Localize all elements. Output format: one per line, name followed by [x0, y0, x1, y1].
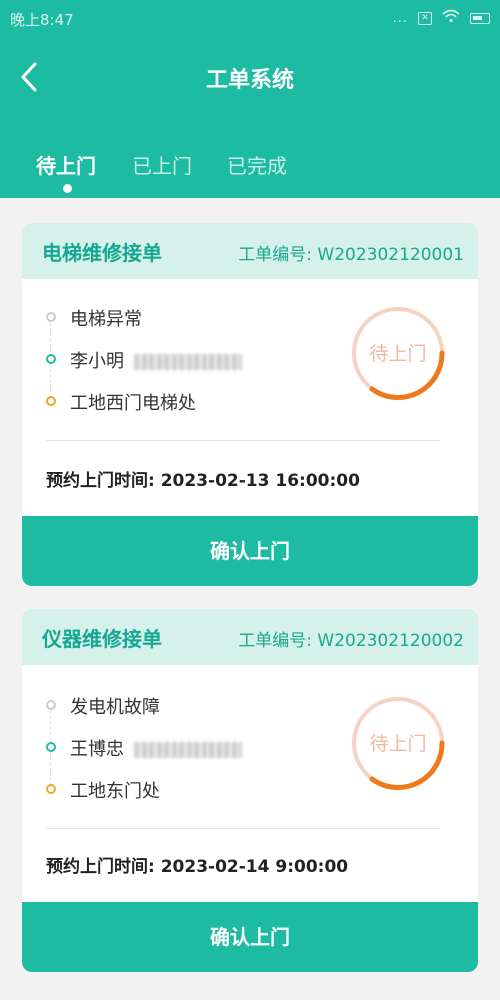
status-stamp: 待上门 — [350, 695, 446, 791]
status-bar: 晚上8:47 ... ✕ — [0, 0, 500, 36]
wifi-icon — [442, 9, 460, 27]
confirm-visit-button[interactable]: 确认上门 — [22, 902, 478, 972]
tab-visited[interactable]: 已上门 — [132, 150, 192, 179]
tab-pending[interactable]: 待上门 — [36, 150, 96, 179]
contact-text: 王博忠 — [70, 735, 242, 761]
sim-x-icon: ✕ — [418, 11, 432, 25]
contact-name: 李小明 — [70, 351, 124, 372]
order-card-header: 仪器维修接单 工单编号: W202302120002 — [22, 609, 478, 665]
status-icons: ... ✕ — [393, 9, 490, 27]
tab-completed[interactable]: 已完成 — [227, 150, 287, 179]
order-type: 仪器维修接单 — [42, 627, 162, 651]
order-type: 电梯维修接单 — [42, 241, 162, 265]
contact-name: 王博忠 — [70, 739, 124, 760]
contact-phone-blurred — [134, 354, 242, 370]
header: 晚上8:47 ... ✕ 工单系统 待上门 已上门 已完成 — [0, 0, 500, 198]
status-stamp-text: 待上门 — [369, 733, 427, 755]
contact-bullet — [46, 354, 56, 364]
issue-bullet — [46, 312, 56, 322]
appointment-time: 预约上门时间: 2023-02-13 16:00:00 — [46, 471, 360, 491]
issue-bullet — [46, 700, 56, 710]
order-number: 工单编号: W202302120001 — [238, 245, 464, 265]
page-title: 工单系统 — [205, 68, 294, 93]
status-time: 晚上8:47 — [10, 11, 74, 29]
issue-text: 电梯异常 — [70, 309, 142, 330]
location-bullet — [46, 784, 56, 794]
location-bullet — [46, 396, 56, 406]
order-card: 仪器维修接单 工单编号: W202302120002 发电机故障 王博忠 工地东… — [22, 609, 478, 972]
battery-icon — [470, 12, 490, 24]
order-card: 电梯维修接单 工单编号: W202302120001 电梯异常 李小明 工地西门… — [22, 223, 478, 586]
status-stamp-text: 待上门 — [369, 343, 427, 365]
contact-text: 李小明 — [70, 347, 242, 373]
contact-phone-blurred — [134, 742, 242, 758]
active-tab-indicator — [63, 184, 72, 193]
tab-bar: 待上门 已上门 已完成 — [0, 150, 500, 198]
order-number: 工单编号: W202302120002 — [238, 631, 464, 651]
appointment-time: 预约上门时间: 2023-02-14 9:00:00 — [46, 857, 349, 877]
contact-bullet — [46, 742, 56, 752]
divider — [46, 440, 440, 441]
issue-text: 发电机故障 — [70, 697, 160, 718]
confirm-visit-button[interactable]: 确认上门 — [22, 516, 478, 586]
order-card-header: 电梯维修接单 工单编号: W202302120001 — [22, 223, 478, 279]
divider — [46, 828, 440, 829]
location-text: 工地西门电梯处 — [70, 393, 196, 414]
status-stamp: 待上门 — [350, 305, 446, 401]
notification-dots-icon: ... — [392, 10, 408, 26]
location-text: 工地东门处 — [70, 781, 160, 802]
